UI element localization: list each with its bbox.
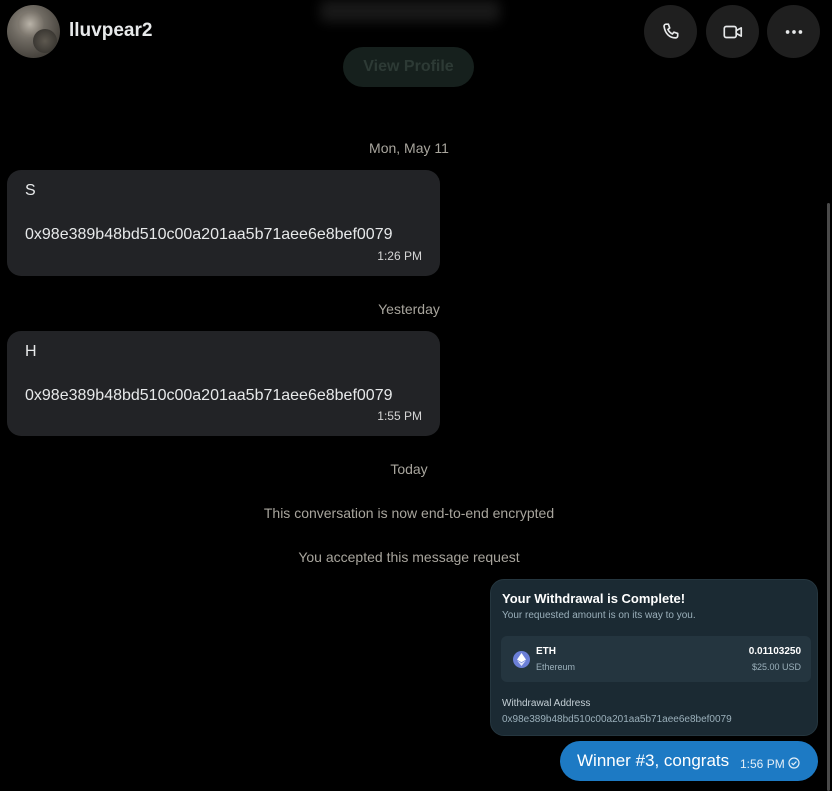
asset-name: Ethereum	[536, 662, 576, 672]
delivered-check-icon	[788, 757, 800, 769]
phone-icon	[662, 22, 679, 39]
card-title: Your Withdrawal is Complete!	[502, 591, 686, 606]
call-button[interactable]	[644, 5, 697, 58]
more-icon	[785, 29, 802, 34]
message-address: 0x98e389b48bd510c00a201aa5b71aee6e8bef00…	[25, 387, 393, 404]
blurred-header-text	[320, 0, 500, 22]
asset-row: ETH Ethereum 0.01103250 $25.00 USD	[501, 636, 811, 682]
message-bubble[interactable]: S 0x98e389b48bd510c00a201aa5b71aee6e8bef…	[7, 170, 440, 276]
date-separator: Mon, May 11	[369, 140, 449, 156]
encryption-notice: This conversation is now end-to-end encr…	[263, 505, 555, 521]
message-text: H	[25, 343, 37, 360]
message-address: 0x98e389b48bd510c00a201aa5b71aee6e8bef00…	[25, 226, 393, 243]
scrollbar[interactable]	[827, 203, 830, 791]
sent-message-bubble[interactable]: Winner #3, congrats 1:56 PM	[560, 741, 818, 781]
asset-usd: $25.00 USD	[751, 662, 801, 672]
video-call-button[interactable]	[706, 5, 759, 58]
more-options-button[interactable]	[767, 5, 820, 58]
sent-message-time: 1:56 PM	[740, 757, 785, 771]
message-text: S	[25, 182, 36, 199]
message-bubble[interactable]: H 0x98e389b48bd510c00a201aa5b71aee6e8bef…	[7, 331, 440, 436]
message-time: 1:55 PM	[377, 409, 422, 423]
username[interactable]: lluvpear2	[69, 20, 152, 42]
view-profile-button[interactable]: View Profile	[343, 47, 474, 87]
withdrawal-address: 0x98e389b48bd510c00a201aa5b71aee6e8bef00…	[502, 714, 732, 725]
card-subtitle: Your requested amount is on its way to y…	[502, 610, 696, 621]
date-separator: Today	[390, 461, 428, 477]
video-icon	[722, 25, 742, 38]
withdrawal-address-label: Withdrawal Address	[502, 698, 591, 709]
date-separator: Yesterday	[378, 301, 440, 317]
withdrawal-card[interactable]: Your Withdrawal is Complete! Your reques…	[490, 579, 818, 736]
sent-message-text: Winner #3, congrats	[577, 751, 730, 770]
ethereum-icon	[513, 651, 530, 668]
avatar[interactable]	[7, 5, 60, 58]
asset-amount: 0.01103250	[748, 646, 801, 657]
request-accepted-notice: You accepted this message request	[298, 549, 520, 565]
asset-symbol: ETH	[536, 646, 556, 657]
message-time: 1:26 PM	[377, 249, 422, 263]
